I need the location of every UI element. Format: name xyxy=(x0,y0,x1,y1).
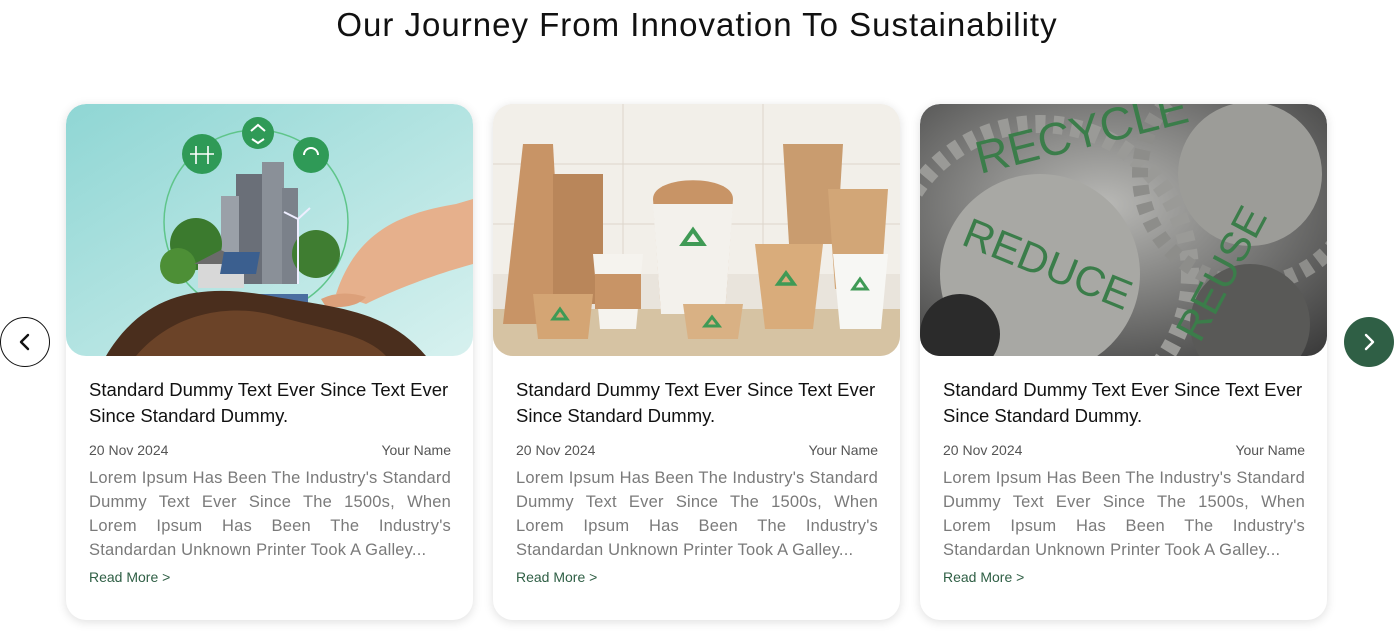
card-author: Your Name xyxy=(1235,442,1305,458)
blog-card[interactable]: RECYCLE REDUCE REUSE Standard Dummy Text… xyxy=(920,104,1327,620)
card-author: Your Name xyxy=(808,442,878,458)
carousel-next-button[interactable] xyxy=(1344,317,1394,367)
read-more-link[interactable]: Read More > xyxy=(516,569,597,585)
read-more-link[interactable]: Read More > xyxy=(943,569,1024,585)
card-meta: 20 Nov 2024 Your Name xyxy=(943,442,1305,458)
card-date: 20 Nov 2024 xyxy=(516,442,596,458)
chevron-right-icon xyxy=(1364,333,1375,351)
read-more-link[interactable]: Read More > xyxy=(89,569,170,585)
card-excerpt: Lorem Ipsum Has Been The Industry's Stan… xyxy=(516,469,878,559)
card-title[interactable]: Standard Dummy Text Ever Since Text Ever… xyxy=(89,377,451,429)
card-author: Your Name xyxy=(381,442,451,458)
blog-card[interactable]: Standard Dummy Text Ever Since Text Ever… xyxy=(66,104,473,620)
carousel-prev-button[interactable] xyxy=(0,317,50,367)
card-title[interactable]: Standard Dummy Text Ever Since Text Ever… xyxy=(943,377,1305,429)
card-excerpt: Lorem Ipsum Has Been The Industry's Stan… xyxy=(943,469,1305,559)
card-excerpt: Lorem Ipsum Has Been The Industry's Stan… xyxy=(89,469,451,559)
eco-city-hand-image[interactable] xyxy=(66,104,473,356)
card-date: 20 Nov 2024 xyxy=(943,442,1023,458)
card-title[interactable]: Standard Dummy Text Ever Since Text Ever… xyxy=(516,377,878,429)
chevron-left-icon xyxy=(19,333,30,351)
card-meta: 20 Nov 2024 Your Name xyxy=(516,442,878,458)
recycle-reduce-reuse-gears-image[interactable]: RECYCLE REDUCE REUSE xyxy=(920,104,1327,356)
card-meta: 20 Nov 2024 Your Name xyxy=(89,442,451,458)
recyclable-packaging-image[interactable] xyxy=(493,104,900,356)
blog-card[interactable]: Standard Dummy Text Ever Since Text Ever… xyxy=(493,104,900,620)
card-date: 20 Nov 2024 xyxy=(89,442,169,458)
section-title: Our Journey From Innovation To Sustainab… xyxy=(336,6,1058,43)
